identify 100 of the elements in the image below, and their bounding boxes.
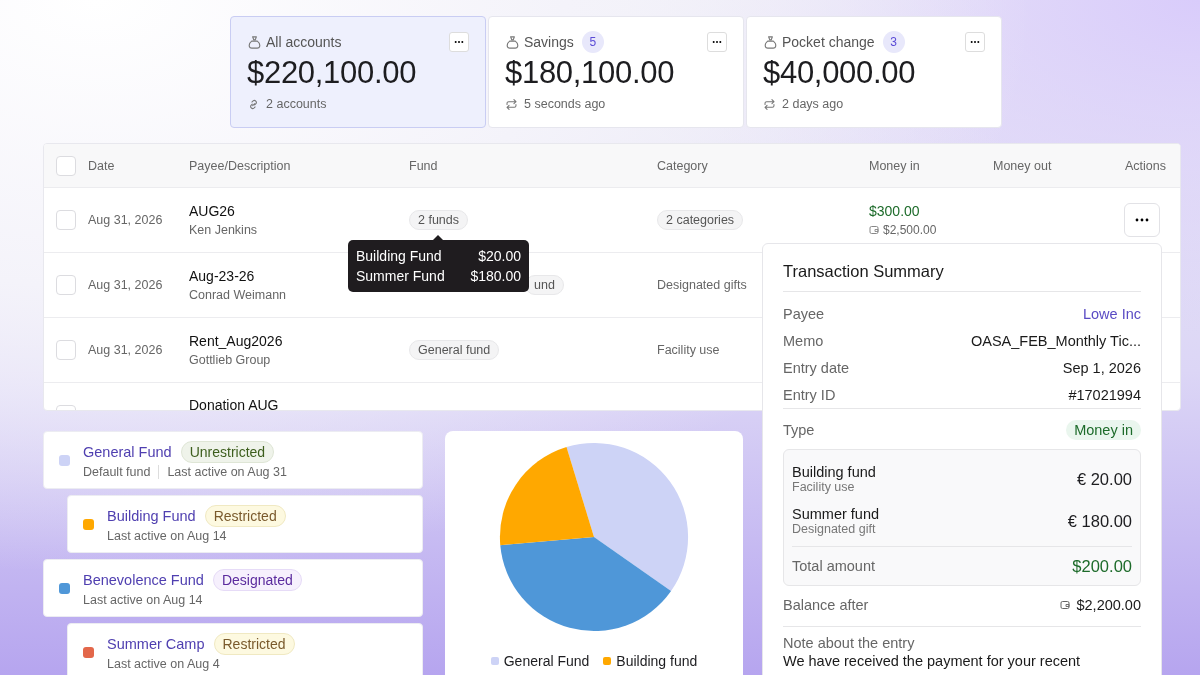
date-cell: Aug 31, 2026 xyxy=(88,343,163,357)
split-fund: Summer fund xyxy=(792,506,880,522)
balance-amount: $2,500.00 xyxy=(883,223,937,237)
fund-card[interactable]: Summer Camp Restricted Last active on Aug 4 xyxy=(67,623,423,675)
payee-description: Conrad Weimann xyxy=(189,288,287,302)
repeat-icon xyxy=(763,97,776,111)
fund-activity: Last active on Aug 4 xyxy=(107,657,220,671)
date-cell: Aug 31, 2026 xyxy=(88,278,163,292)
account-card[interactable]: Pocket change 3 $40,000.00 2 days ago xyxy=(746,16,1002,128)
fund-name: Benevolence Fund xyxy=(83,572,204,588)
note-label: Note about the entry xyxy=(783,635,916,651)
account-card[interactable]: Savings 5 $180,100.00 5 seconds ago xyxy=(488,16,744,128)
fund-card[interactable]: Benevolence Fund Designated Last active on Aug 14 xyxy=(43,559,423,617)
detail-label: Entry date xyxy=(783,359,850,376)
account-name: Pocket change xyxy=(782,34,875,50)
fund-activity: Last active on Aug 14 xyxy=(107,529,227,543)
account-balance: $40,000.00 xyxy=(763,55,917,91)
panel-title: Transaction Summary xyxy=(783,262,945,282)
fund-name: Building Fund xyxy=(107,508,196,524)
account-balance: $180,100.00 xyxy=(505,55,676,91)
column-header: Money out xyxy=(993,158,1053,173)
fund-activity: Last active on Aug 31 xyxy=(167,465,287,479)
more-icon xyxy=(454,40,464,44)
detail-label: Type xyxy=(783,422,815,438)
tooltip-amount: $20.00 xyxy=(478,247,521,266)
account-count: 5 xyxy=(581,31,604,53)
bag-icon xyxy=(247,34,262,50)
account-card[interactable]: All accounts $220,100.00 2 accounts xyxy=(230,16,486,128)
payee-name: Aug-23-26 xyxy=(189,268,255,284)
detail-label: Entry ID xyxy=(783,386,836,403)
split-amount: € 180.00 xyxy=(1067,511,1132,531)
category-cell: Facility use xyxy=(657,343,720,357)
fund-type-tag: Restricted xyxy=(204,505,286,527)
fund-card[interactable]: Building Fund Restricted Last active on Aug 14 xyxy=(67,495,423,553)
account-balance: $220,100.00 xyxy=(247,55,418,91)
row-actions-button[interactable] xyxy=(1124,203,1160,237)
column-header: Fund xyxy=(409,158,439,173)
row-checkbox[interactable] xyxy=(56,340,76,360)
fund-type-tag: Designated xyxy=(212,569,302,591)
tooltip-amount: $180.00 xyxy=(470,267,521,286)
legend-label: Building fund xyxy=(616,653,698,669)
fund-name: General Fund xyxy=(83,444,172,460)
more-icon xyxy=(1135,218,1149,222)
note-text: We have received the payment for your recent xyxy=(783,653,1082,669)
more-button[interactable] xyxy=(707,32,727,52)
bag-icon xyxy=(505,34,520,50)
row-checkbox[interactable] xyxy=(56,275,76,295)
fund-type-tag: Unrestricted xyxy=(180,441,275,463)
account-status: 5 seconds ago xyxy=(524,97,606,111)
payee-name: Donation AUG xyxy=(189,397,279,410)
payee-description: Gottlieb Group xyxy=(189,353,271,367)
account-status: 2 accounts xyxy=(266,97,327,111)
column-header: Actions xyxy=(1124,158,1167,173)
column-header: Category xyxy=(657,158,709,173)
select-all-checkbox[interactable] xyxy=(56,155,76,176)
wallet-icon xyxy=(869,225,879,235)
fund-activity: Last active on Aug 14 xyxy=(83,593,203,607)
payee-description: Ken Jenkins xyxy=(189,223,258,237)
type-tag: Money in xyxy=(1066,420,1141,440)
more-button[interactable] xyxy=(965,32,985,52)
legend-label: General Fund xyxy=(503,653,590,669)
link-icon xyxy=(247,97,260,111)
row-checkbox[interactable] xyxy=(56,210,76,230)
tooltip-fund: Building Fund xyxy=(356,247,442,266)
detail-value: Sep 1, 2026 xyxy=(1062,359,1141,376)
balance-after-amount: $2,200.00 xyxy=(1076,597,1141,613)
column-header: Payee/Description xyxy=(189,158,292,173)
payee-link[interactable]: Lowe Inc xyxy=(1082,305,1141,322)
detail-value: #17021994 xyxy=(1068,386,1141,403)
total-label: Total amount xyxy=(792,558,876,574)
detail-label: Payee xyxy=(783,305,825,322)
wallet-icon xyxy=(1060,600,1071,610)
more-button[interactable] xyxy=(449,32,469,52)
column-header: Date xyxy=(88,158,116,173)
split-category: Facility use xyxy=(792,480,856,494)
account-status: 2 days ago xyxy=(782,97,844,111)
more-icon xyxy=(970,40,980,44)
detail-label: Balance after xyxy=(783,597,869,613)
payee-name: Rent_Aug2026 xyxy=(189,333,283,349)
bag-icon xyxy=(763,34,778,50)
detail-label: Memo xyxy=(783,332,824,349)
total-amount: $200.00 xyxy=(1072,556,1132,576)
fund-tag: General fund xyxy=(409,340,500,360)
split-category: Designated gift xyxy=(792,522,877,536)
account-name: Savings xyxy=(524,34,574,50)
split-amount: € 20.00 xyxy=(1076,469,1132,489)
fund-note: Default fund xyxy=(83,465,160,479)
fund-tag: 2 funds xyxy=(409,210,468,230)
tooltip-fund: Summer Fund xyxy=(356,267,445,286)
fund-card[interactable]: General Fund Unrestricted Default fund Last active on Aug 31 xyxy=(43,431,423,489)
payee-name: AUG26 xyxy=(189,203,235,219)
split-fund: Building fund xyxy=(792,464,876,480)
money-in-amount: $300.00 xyxy=(869,203,920,219)
column-header: Money in xyxy=(869,158,921,173)
fund-type-tag: Restricted xyxy=(213,633,295,655)
fund-tag: und xyxy=(525,275,564,295)
category-tag: 2 categories xyxy=(657,210,744,230)
category-cell: Designated gifts xyxy=(657,278,747,292)
date-cell: Aug 31, 2026 xyxy=(88,213,163,227)
detail-value: OASA_FEB_Monthly Tic... xyxy=(970,332,1141,349)
